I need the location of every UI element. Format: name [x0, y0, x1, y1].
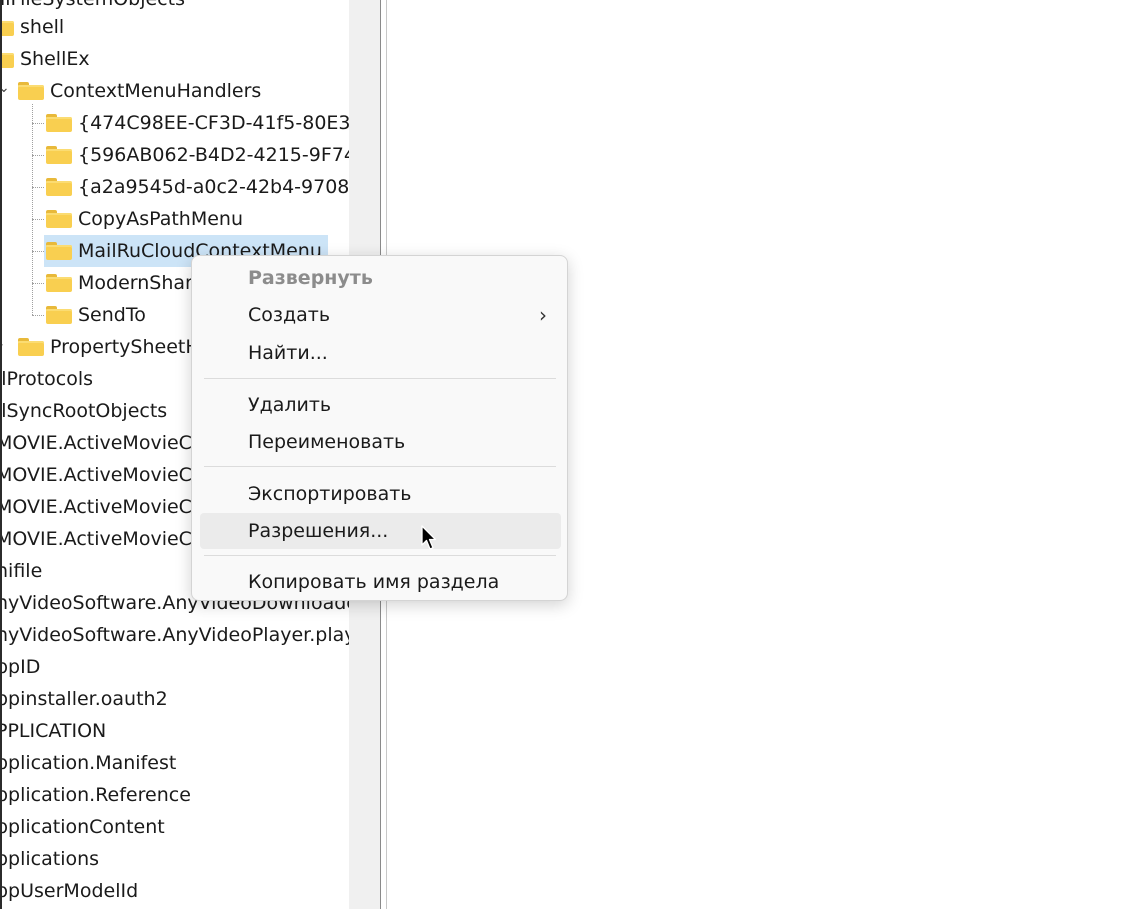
- tree-item-guid-a2a[interactable]: {a2a9545d-a0c2-42b4-9708-a: [46, 171, 349, 203]
- tree-item-label: pplications: [2, 848, 100, 870]
- mouse-pointer-icon: [421, 525, 437, 550]
- tree-item[interactable]: pplicationContent: [2, 811, 165, 843]
- tree-item-label: ppinstaller.oauth2: [2, 688, 168, 710]
- menu-item-label: Удалить: [248, 394, 332, 416]
- tree-item-label: {a2a9545d-a0c2-42b4-9708-a: [78, 176, 349, 198]
- tree-item-label: nyVideoSoftware.AnyVideoPlayer.player: [2, 624, 349, 646]
- tree-item-label: ppID: [2, 656, 41, 678]
- folder-icon: [18, 82, 44, 100]
- folder-icon: [46, 274, 72, 292]
- menu-item-expand: Развернуть: [200, 260, 561, 296]
- menu-item-permissions[interactable]: Разрешения...: [200, 513, 561, 549]
- tree-item-contextmenuhandlers[interactable]: ContextMenuHandlers: [18, 75, 261, 107]
- menu-separator: [204, 555, 556, 556]
- folder-icon: [46, 178, 72, 196]
- folder-icon: [46, 242, 72, 260]
- tree-item-label: PPLICATION: [2, 720, 107, 742]
- tree-item[interactable]: pplication.Manifest: [2, 747, 176, 779]
- folder-icon: [46, 306, 72, 324]
- tree-item[interactable]: ppUserModelId: [2, 875, 138, 907]
- tree-line: [32, 283, 44, 284]
- tree-item-label: ppUserModelId: [2, 880, 139, 902]
- tree-item[interactable]: nyVideoSoftware.AnyVideoPlayer.player: [2, 619, 349, 651]
- tree-item[interactable]: ppinstaller.oauth2: [2, 683, 168, 715]
- context-menu: Развернуть Создать › Найти... Удалить Пе…: [191, 255, 568, 601]
- tree-item-label: shell: [20, 16, 65, 38]
- tree-item[interactable]: pplications: [2, 843, 99, 875]
- tree-item-label: pplication.Reference: [2, 784, 191, 806]
- menu-item-label: Экспортировать: [248, 483, 412, 505]
- tree-item[interactable]: pplication.Reference: [2, 779, 191, 811]
- menu-item-find[interactable]: Найти...: [200, 335, 561, 371]
- menu-separator: [204, 466, 556, 467]
- menu-item-create[interactable]: Создать ›: [200, 297, 561, 333]
- tree-item-shellex[interactable]: ShellEx: [2, 43, 90, 75]
- chevron-down-icon[interactable]: ⌄: [2, 80, 10, 96]
- menu-item-rename[interactable]: Переименовать: [200, 424, 561, 460]
- tree-line: [32, 315, 44, 316]
- menu-item-label: Копировать имя раздела: [248, 571, 500, 593]
- tree-item[interactable]: ppID: [2, 651, 40, 683]
- tree-item-label: pplicationContent: [2, 816, 165, 838]
- tree-item-shell[interactable]: shell: [2, 11, 64, 43]
- menu-item-label: Найти...: [248, 342, 328, 364]
- folder-icon: [18, 338, 44, 356]
- folder-icon: [2, 50, 14, 68]
- tree-item-label: {474C98EE-CF3D-41f5-80E3-4: [78, 112, 349, 134]
- tree-item-label: nifile: [2, 560, 43, 582]
- menu-item-label: Создать: [248, 304, 331, 326]
- menu-separator: [204, 378, 556, 379]
- tree-item-label: CopyAsPathMenu: [78, 208, 243, 230]
- tree-item-label: pplication.Manifest: [2, 752, 177, 774]
- tree-line: [32, 219, 44, 220]
- tree-line: [32, 187, 44, 188]
- folder-icon: [2, 18, 14, 36]
- folder-icon: [46, 146, 72, 164]
- tree-item[interactable]: llSyncRootObjects: [2, 395, 167, 427]
- tree-item-guid-596[interactable]: {596AB062-B4D2-4215-9F74-E: [46, 139, 349, 171]
- menu-item-label: Развернуть: [248, 267, 373, 289]
- tree-item-label: ContextMenuHandlers: [50, 80, 262, 102]
- chevron-right-icon: ›: [539, 303, 547, 327]
- tree-line: [32, 123, 44, 124]
- tree-item-label: ShellEx: [20, 48, 90, 70]
- chevron-right-icon[interactable]: ›: [2, 337, 4, 353]
- tree-line: [32, 155, 44, 156]
- tree-item-sendto[interactable]: SendTo: [46, 299, 146, 331]
- tree-item-label: {596AB062-B4D2-4215-9F74-E: [78, 144, 349, 166]
- menu-item-delete[interactable]: Удалить: [200, 387, 561, 423]
- tree-item[interactable]: llProtocols: [2, 363, 93, 395]
- tree-item-guid-474[interactable]: {474C98EE-CF3D-41f5-80E3-4: [46, 107, 349, 139]
- tree-item[interactable]: PPLICATION: [2, 715, 106, 747]
- tree-item-copyaspathmenu[interactable]: CopyAsPathMenu: [46, 203, 243, 235]
- menu-item-label: Переименовать: [248, 431, 406, 453]
- tree-item-label: SendTo: [78, 304, 146, 326]
- menu-item-copy-key-name[interactable]: Копировать имя раздела: [200, 564, 561, 600]
- menu-item-export[interactable]: Экспортировать: [200, 476, 561, 512]
- tree-item-label: llProtocols: [2, 368, 94, 390]
- tree-item[interactable]: nifile: [2, 555, 42, 587]
- folder-icon: [46, 210, 72, 228]
- folder-icon: [46, 114, 72, 132]
- tree-item-label: llSyncRootObjects: [2, 400, 168, 422]
- menu-item-label: Разрешения...: [248, 520, 389, 542]
